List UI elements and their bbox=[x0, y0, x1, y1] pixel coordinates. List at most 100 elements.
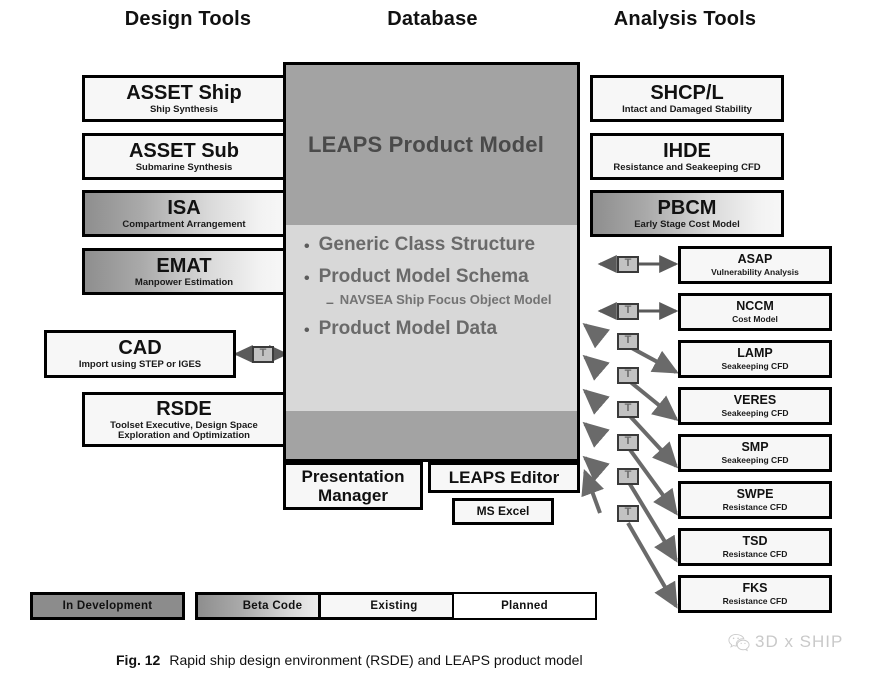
box-title: ASSET Ship bbox=[126, 81, 242, 104]
legend-label: Beta Code bbox=[242, 600, 303, 612]
analysis-tool-shcpl[interactable]: SHCP/L Intact and Damaged Stability bbox=[590, 75, 784, 122]
database-panel-title: LEAPS Product Model bbox=[308, 132, 545, 157]
bullet-dot-icon: • bbox=[304, 238, 310, 255]
box-subtitle: Intact and Damaged Stability bbox=[622, 103, 752, 115]
database-tool-ms-excel[interactable]: MS Excel bbox=[452, 498, 554, 525]
box-title: NCCM bbox=[736, 299, 774, 314]
design-tool-isa[interactable]: ISA Compartment Arrangement bbox=[82, 190, 286, 237]
database-tool-leaps-editor[interactable]: LEAPS Editor bbox=[428, 462, 580, 493]
design-tool-asset-ship[interactable]: ASSET Ship Ship Synthesis bbox=[82, 75, 286, 122]
box-subtitle: Early Stage Cost Model bbox=[634, 218, 740, 230]
analysis-tool-veres[interactable]: VERES Seakeeping CFD bbox=[678, 387, 832, 425]
box-title: VERES bbox=[733, 393, 777, 408]
analysis-tool-lamp[interactable]: LAMP Seakeeping CFD bbox=[678, 340, 832, 378]
legend-label: In Development bbox=[62, 600, 153, 612]
connector-database-to-fks[interactable]: T bbox=[617, 505, 639, 522]
box-title: ASSET Sub bbox=[128, 139, 239, 162]
design-tool-asset-sub[interactable]: ASSET Sub Submarine Synthesis bbox=[82, 133, 286, 180]
bullet-dot-icon: • bbox=[304, 322, 310, 339]
database-panel: LEAPS Product Model • Generic Class Stru… bbox=[283, 62, 580, 462]
connector-glyph: T bbox=[624, 334, 632, 346]
box-subtitle: Cost Model bbox=[732, 313, 778, 324]
box-subtitle: Seakeeping CFD bbox=[721, 360, 789, 371]
panel-sub-bullet-text: NAVSEA Ship Focus Object Model bbox=[339, 292, 552, 307]
analysis-tool-pbcm[interactable]: PBCM Early Stage Cost Model bbox=[590, 190, 784, 237]
box-title: RSDE bbox=[156, 397, 212, 420]
design-tool-emat[interactable]: EMAT Manpower Estimation bbox=[82, 248, 286, 295]
legend-item-planned: Planned bbox=[452, 592, 597, 620]
figure-caption-text: Rapid ship design environment (RSDE) and… bbox=[169, 652, 583, 668]
box-title: SMP bbox=[741, 440, 769, 455]
analysis-tool-swpe[interactable]: SWPE Resistance CFD bbox=[678, 481, 832, 519]
database-tool-presentation-manager[interactable]: Presentation Manager bbox=[283, 462, 423, 510]
connector-database-to-veres[interactable]: T bbox=[617, 367, 639, 384]
analysis-tool-smp[interactable]: SMP Seakeeping CFD bbox=[678, 434, 832, 472]
watermark-text: 3D x SHIP bbox=[755, 632, 844, 651]
box-title: IHDE bbox=[663, 139, 711, 162]
connector-glyph: T bbox=[624, 304, 632, 316]
connector-glyph: T bbox=[624, 257, 632, 269]
connector-database-to-swpe[interactable]: T bbox=[617, 434, 639, 451]
column-header-design-tools: Design Tools bbox=[124, 8, 252, 30]
connector-database-to-lamp[interactable]: T bbox=[617, 333, 639, 350]
panel-bullet-text: Product Model Schema bbox=[318, 266, 529, 287]
connector-database-to-nccm[interactable]: T bbox=[617, 303, 639, 320]
box-title: LAMP bbox=[737, 346, 773, 361]
connector-glyph: T bbox=[624, 435, 632, 447]
panel-bullet: • Product Model Data bbox=[286, 319, 577, 339]
connector-glyph: T bbox=[624, 402, 632, 414]
box-subtitle: Seakeeping CFD bbox=[721, 454, 789, 465]
box-title: CAD bbox=[118, 337, 162, 360]
connector-database-to-asap[interactable]: T bbox=[617, 256, 639, 273]
panel-bullet: • Product Model Schema bbox=[286, 267, 577, 287]
box-subtitle: Vulnerability Analysis bbox=[711, 266, 799, 277]
box-subtitle: Seakeeping CFD bbox=[721, 407, 789, 418]
analysis-tool-nccm[interactable]: NCCM Cost Model bbox=[678, 293, 832, 331]
box-title: PBCM bbox=[657, 196, 717, 219]
connector-database-to-smp[interactable]: T bbox=[617, 401, 639, 418]
watermark: 3D x SHIP bbox=[728, 632, 843, 652]
panel-bullet-text: Generic Class Structure bbox=[318, 234, 536, 255]
database-panel-footer bbox=[286, 411, 577, 459]
box-title: LEAPS Editor bbox=[448, 467, 560, 487]
box-subtitle: Resistance and Seakeeping CFD bbox=[613, 161, 761, 173]
box-subtitle: Toolset Executive, Design Space Explorat… bbox=[110, 419, 258, 441]
box-subtitle: Submarine Synthesis bbox=[135, 161, 233, 173]
box-title: Presentation Manager bbox=[301, 466, 405, 505]
box-subtitle: Resistance CFD bbox=[722, 501, 788, 512]
panel-bullet-text: Product Model Data bbox=[318, 318, 498, 339]
analysis-tool-fks[interactable]: FKS Resistance CFD bbox=[678, 575, 832, 613]
connector-glyph: T bbox=[259, 347, 267, 359]
box-title: SWPE bbox=[736, 487, 774, 502]
figure-number: Fig. 12 bbox=[116, 652, 161, 668]
panel-sub-bullet: – NAVSEA Ship Focus Object Model bbox=[286, 292, 577, 309]
connector-glyph: T bbox=[624, 368, 632, 380]
figure-caption: Fig. 12 Rapid ship design environment (RS… bbox=[116, 652, 583, 668]
connector-cad-to-database[interactable]: T bbox=[252, 346, 274, 363]
box-subtitle: Import using STEP or IGES bbox=[78, 359, 202, 371]
column-header-database: Database bbox=[387, 8, 478, 30]
box-title: FKS bbox=[742, 581, 768, 596]
box-title: TSD bbox=[742, 534, 768, 549]
design-tool-cad[interactable]: CAD Import using STEP or IGES bbox=[44, 330, 236, 378]
box-subtitle: Resistance CFD bbox=[722, 548, 788, 559]
column-header-analysis-tools: Analysis Tools bbox=[613, 8, 757, 30]
bullet-dot-icon: • bbox=[304, 270, 310, 287]
box-title: MS Excel bbox=[476, 503, 530, 518]
analysis-tool-ihde[interactable]: IHDE Resistance and Seakeeping CFD bbox=[590, 133, 784, 180]
connector-glyph: T bbox=[624, 469, 632, 481]
diagram-canvas: Design Tools Database Analysis Tools LEA… bbox=[0, 0, 892, 681]
connector-database-to-tsd[interactable]: T bbox=[617, 468, 639, 485]
box-subtitle: Compartment Arrangement bbox=[122, 218, 246, 230]
legend-item-existing: Existing bbox=[318, 592, 470, 620]
box-title: SHCP/L bbox=[650, 81, 724, 104]
legend-label: Planned bbox=[501, 600, 548, 612]
design-tool-rsde[interactable]: RSDE Toolset Executive, Design Space Exp… bbox=[82, 392, 286, 447]
analysis-tool-asap[interactable]: ASAP Vulnerability Analysis bbox=[678, 246, 832, 284]
box-subtitle: Manpower Estimation bbox=[134, 276, 234, 288]
box-subtitle: Resistance CFD bbox=[722, 595, 788, 606]
box-title: EMAT bbox=[156, 254, 212, 277]
box-subtitle: Ship Synthesis bbox=[149, 103, 219, 115]
legend-item-in-development: In Development bbox=[30, 592, 185, 620]
analysis-tool-tsd[interactable]: TSD Resistance CFD bbox=[678, 528, 832, 566]
